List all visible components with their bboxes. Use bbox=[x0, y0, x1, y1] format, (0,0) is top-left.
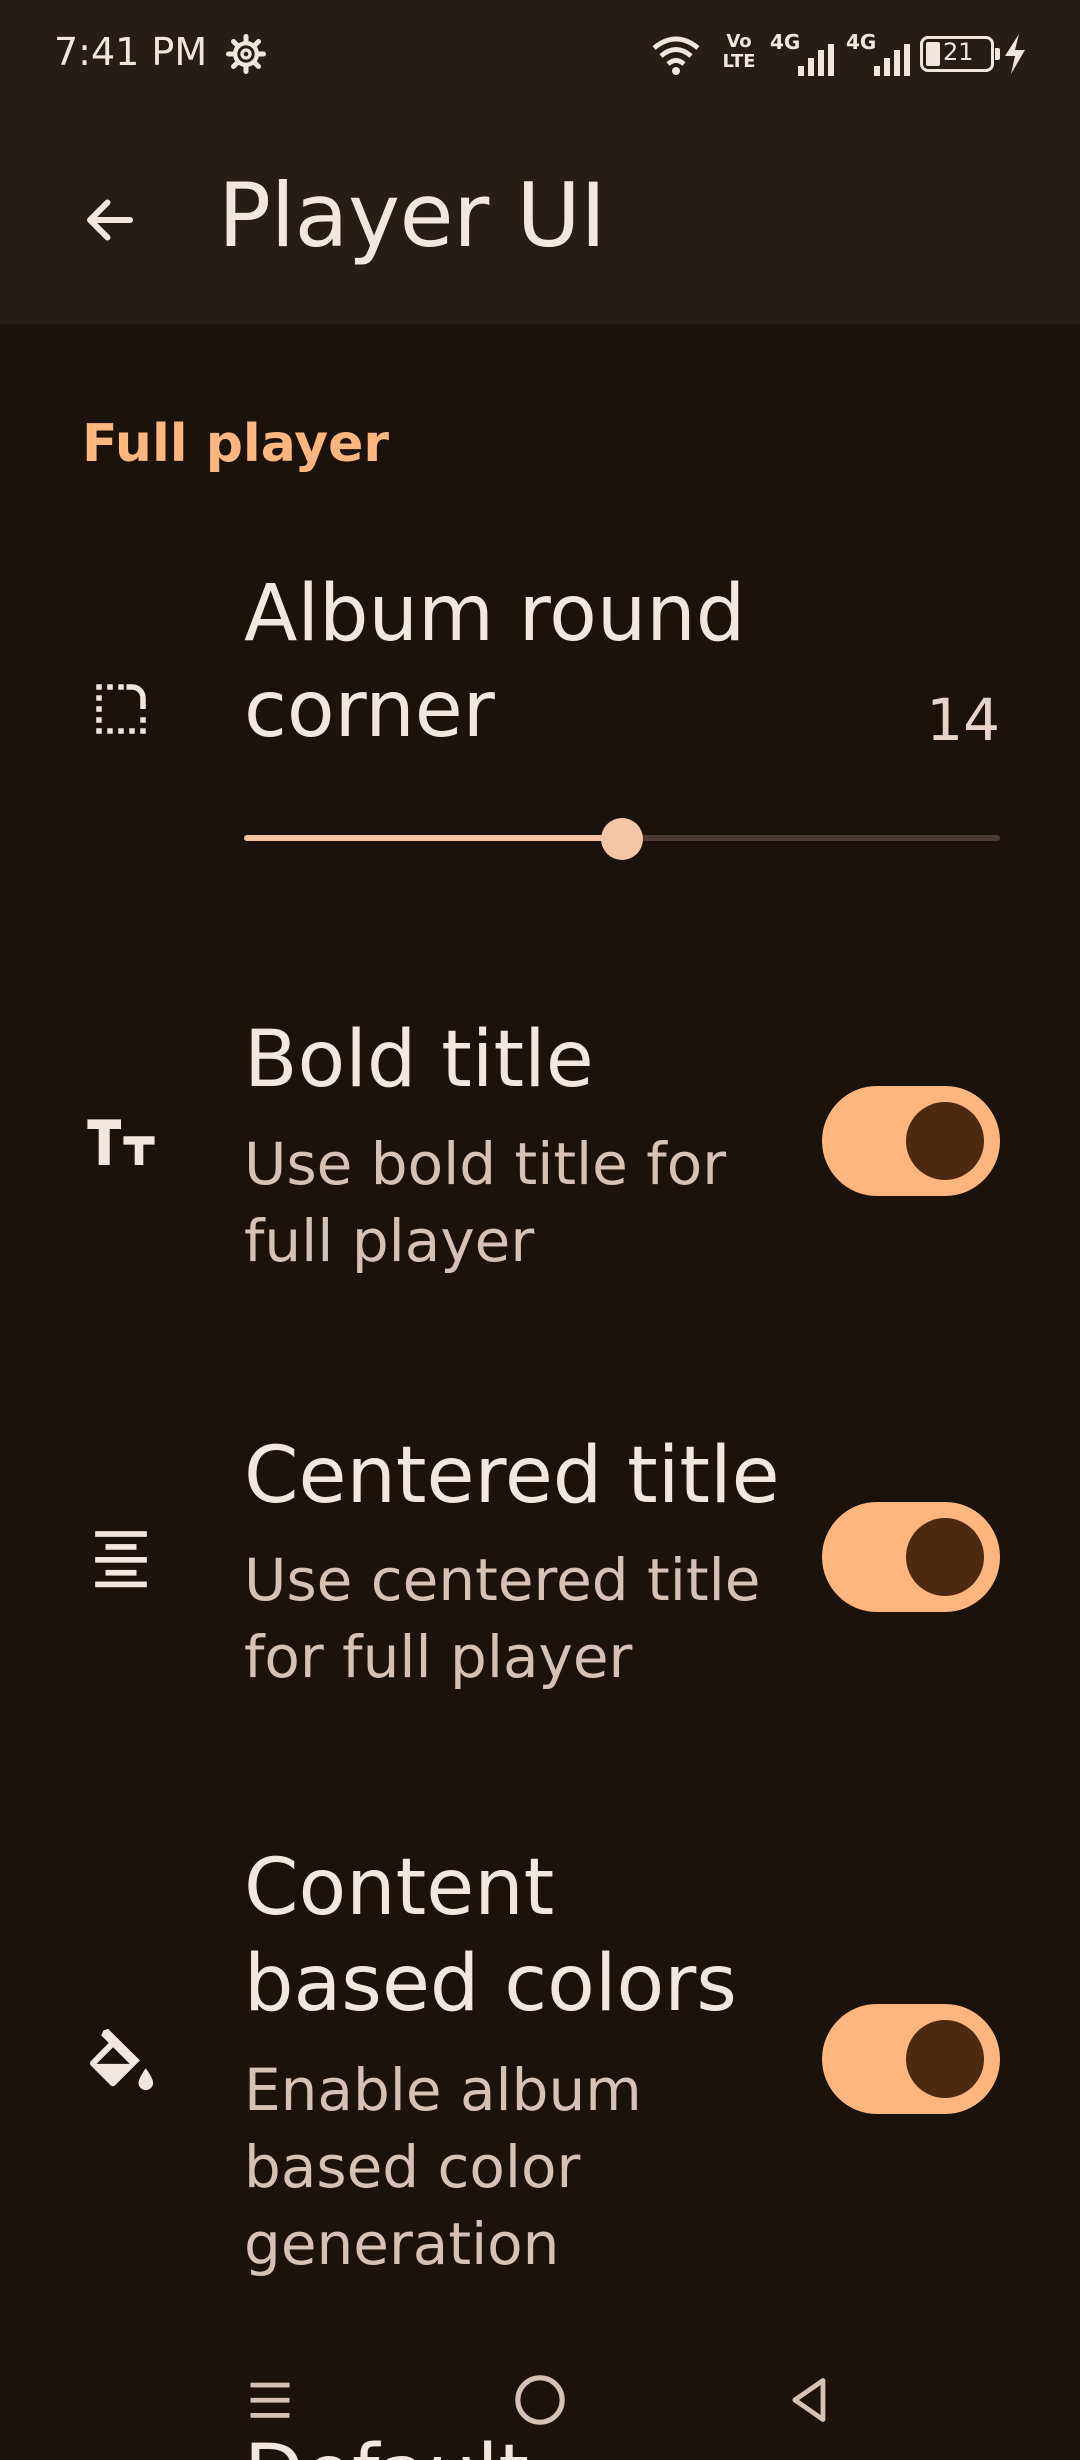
menu-icon bbox=[250, 2382, 290, 2418]
screen: 7:41 PM Vo LTE 4G 4G 21 Player UI Full p… bbox=[0, 0, 1080, 2460]
centered-title-toggle[interactable] bbox=[822, 1502, 1000, 1612]
bold-title-toggle[interactable] bbox=[822, 1086, 1000, 1196]
toggle-knob bbox=[906, 1102, 984, 1180]
centered-title-subtitle-1: Use centered title bbox=[244, 1546, 761, 1614]
network-type-label: 4G bbox=[770, 30, 801, 54]
slider-track-active bbox=[244, 835, 622, 841]
align-center-icon bbox=[84, 1520, 158, 1594]
bold-title-title: Bold title bbox=[244, 1015, 594, 1105]
volte-icon: Vo LTE bbox=[722, 32, 758, 72]
album-round-corner-title-1: Album round bbox=[244, 569, 746, 659]
centered-title-subtitle-2: for full player bbox=[244, 1623, 633, 1691]
content-based-colors-toggle[interactable] bbox=[822, 2004, 1000, 2114]
content-based-colors-subtitle-2: based color bbox=[244, 2133, 581, 2201]
bold-title-subtitle-2: full player bbox=[244, 1207, 535, 1275]
battery-icon: 21 bbox=[920, 36, 1000, 72]
rounded-corner-icon bbox=[84, 672, 158, 746]
volte-label: Vo LTE bbox=[722, 31, 756, 72]
text-size-icon bbox=[84, 1104, 158, 1178]
wifi-icon bbox=[652, 36, 700, 75]
network-type-label-2: 4G bbox=[846, 30, 877, 54]
back-button[interactable] bbox=[70, 180, 150, 260]
album-round-corner-title-2: corner bbox=[244, 665, 495, 755]
status-bar: 7:41 PM Vo LTE 4G 4G 21 bbox=[0, 0, 1080, 110]
content-based-colors-title-1: Content bbox=[244, 1843, 555, 1933]
home-button[interactable] bbox=[502, 2362, 578, 2438]
recents-button[interactable] bbox=[232, 2362, 308, 2438]
section-header: Full player bbox=[82, 414, 390, 474]
slider-thumb[interactable] bbox=[601, 818, 643, 860]
charging-icon bbox=[1005, 34, 1025, 74]
paint-bucket-icon bbox=[84, 2024, 158, 2098]
arrow-left-icon bbox=[87, 199, 133, 241]
page-title: Player UI bbox=[218, 164, 606, 267]
signal-icon bbox=[798, 44, 834, 76]
battery-level: 21 bbox=[943, 38, 974, 66]
app-bar: Player UI bbox=[0, 110, 1080, 324]
album-round-corner-slider[interactable] bbox=[244, 810, 1000, 866]
toggle-knob bbox=[906, 2020, 984, 2098]
content-based-colors-title-2: based colors bbox=[244, 1939, 737, 2029]
centered-title-title: Centered title bbox=[244, 1431, 780, 1521]
home-circle-icon bbox=[515, 2375, 565, 2425]
album-round-corner-value: 14 bbox=[926, 686, 1000, 754]
signal-icon-2 bbox=[874, 44, 910, 76]
bold-title-subtitle-1: Use bold title for bbox=[244, 1130, 727, 1198]
status-icons: Vo LTE 4G 4G 21 bbox=[652, 30, 1032, 80]
content-based-colors-subtitle-3: generation bbox=[244, 2210, 560, 2278]
system-back-button[interactable] bbox=[772, 2362, 848, 2438]
content-based-colors-subtitle-1: Enable album bbox=[244, 2056, 642, 2124]
status-time: 7:41 PM bbox=[54, 30, 208, 74]
back-triangle-icon bbox=[792, 2378, 826, 2422]
toggle-knob bbox=[906, 1518, 984, 1596]
gear-icon bbox=[226, 34, 266, 74]
navigation-bar bbox=[0, 2340, 1080, 2460]
